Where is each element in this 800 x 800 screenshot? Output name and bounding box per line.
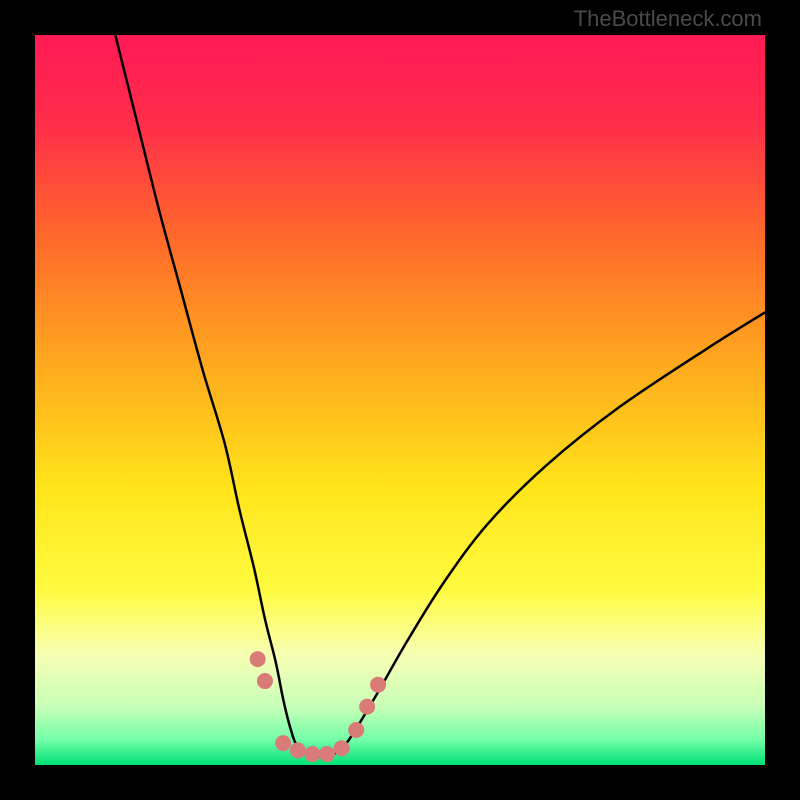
plot-area: [35, 35, 765, 765]
bottleneck-curve: [115, 35, 765, 756]
watermark-text: TheBottleneck.com: [574, 6, 762, 32]
highlight-dot: [257, 673, 273, 689]
highlight-dot: [370, 677, 386, 693]
highlight-dot: [359, 699, 375, 715]
highlight-dots: [250, 651, 386, 762]
highlight-dot: [348, 722, 364, 738]
highlight-dot: [319, 746, 335, 762]
highlight-dot: [290, 742, 306, 758]
highlight-dot: [250, 651, 266, 667]
curve-layer: [35, 35, 765, 765]
highlight-dot: [304, 746, 320, 762]
highlight-dot: [334, 740, 350, 756]
chart-frame: TheBottleneck.com: [0, 0, 800, 800]
highlight-dot: [275, 735, 291, 751]
